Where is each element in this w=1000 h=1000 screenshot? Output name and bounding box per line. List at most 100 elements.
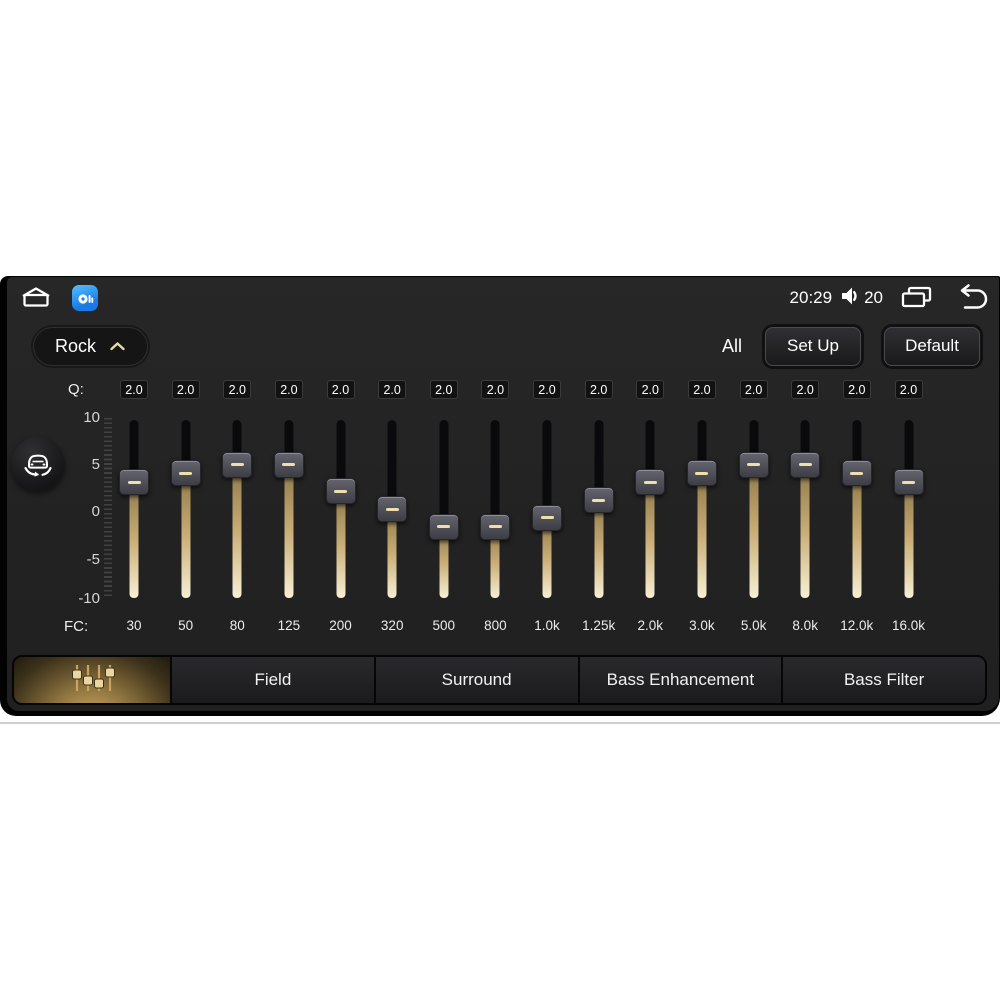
q-value-320[interactable]: 2.0 — [378, 380, 407, 399]
eq-band-200: 2.0 200 — [319, 377, 363, 639]
slider-fill — [852, 473, 862, 598]
slider-handle-200[interactable] — [325, 478, 356, 505]
gain-slider-16.0k[interactable] — [893, 420, 924, 598]
tab-equalizer[interactable] — [14, 657, 170, 703]
q-value-1.25k[interactable]: 2.0 — [584, 380, 613, 399]
slider-fill — [800, 464, 810, 598]
slider-fill — [181, 473, 191, 598]
equalizer-screen: 20:29 20 Rock All Set Up Default Q: FC: … — [7, 277, 999, 711]
q-value-2.0k[interactable]: 2.0 — [636, 380, 665, 399]
q-value-16.0k[interactable]: 2.0 — [894, 380, 923, 399]
slider-handle-125[interactable] — [273, 451, 304, 478]
q-value-125[interactable]: 2.0 — [274, 380, 303, 399]
page-canvas: 20:29 20 Rock All Set Up Default Q: FC: … — [0, 0, 1000, 1000]
freq-label-200: 200 — [329, 618, 352, 633]
q-value-8.0k[interactable]: 2.0 — [791, 380, 820, 399]
gain-slider-8.0k[interactable] — [790, 420, 821, 598]
tab-field[interactable]: Field — [170, 657, 374, 703]
eq-band-8.0k: 2.0 8.0k — [783, 377, 827, 639]
recent-apps-button[interactable] — [899, 284, 935, 313]
slider-handle-12.0k[interactable] — [841, 460, 872, 487]
slider-fill — [284, 464, 294, 598]
all-toggle[interactable]: All — [722, 336, 742, 357]
bottom-tab-bar: Field Surround Bass Enhancement Bass Fil… — [12, 655, 987, 705]
eq-band-320: 2.0 320 — [370, 377, 414, 639]
slider-handle-8.0k[interactable] — [790, 451, 821, 478]
freq-label-12.0k: 12.0k — [840, 618, 874, 633]
home-icon — [17, 284, 55, 313]
preset-dropdown[interactable]: Rock — [33, 326, 148, 366]
eq-band-30: 2.0 30 — [112, 377, 156, 639]
car-sound-field-button[interactable] — [11, 437, 65, 491]
freq-label-8.0k: 8.0k — [792, 618, 818, 633]
tab-bass-enhancement[interactable]: Bass Enhancement — [577, 657, 782, 703]
eq-band-12.0k: 2.0 12.0k — [835, 377, 879, 639]
q-value-5.0k[interactable]: 2.0 — [739, 380, 768, 399]
freq-label-2.0k: 2.0k — [637, 618, 664, 633]
eq-band-50: 2.0 50 — [164, 377, 208, 639]
freq-label-30: 30 — [126, 618, 142, 633]
gain-slider-1.25k[interactable] — [583, 420, 614, 598]
back-arrow-icon — [951, 283, 989, 314]
q-value-3.0k[interactable]: 2.0 — [687, 380, 716, 399]
slider-handle-800[interactable] — [480, 513, 511, 540]
status-bar: 20:29 20 — [17, 282, 989, 314]
gain-axis-label: 5 — [91, 456, 100, 473]
eq-band-16.0k: 2.0 16.0k — [887, 377, 931, 639]
freq-label-1.0k: 1.0k — [534, 618, 560, 633]
gain-slider-2.0k[interactable] — [635, 420, 666, 598]
q-value-1.0k[interactable]: 2.0 — [533, 380, 561, 399]
slider-handle-16.0k[interactable] — [893, 469, 924, 496]
gain-slider-200[interactable] — [325, 420, 356, 598]
gain-slider-12.0k[interactable] — [841, 420, 872, 598]
slider-fill — [594, 500, 604, 598]
set-up-button[interactable]: Set Up — [765, 326, 861, 366]
slider-handle-2.0k[interactable] — [635, 469, 666, 496]
clock: 20:29 — [789, 288, 833, 307]
gain-slider-5.0k[interactable] — [738, 420, 769, 598]
eq-band-5.0k: 2.0 5.0k — [732, 377, 776, 639]
q-value-12.0k[interactable]: 2.0 — [842, 380, 871, 399]
freq-label-500: 500 — [432, 618, 456, 633]
gain-slider-30[interactable] — [119, 420, 149, 598]
music-app-button[interactable] — [72, 285, 98, 311]
slider-handle-30[interactable] — [119, 469, 149, 496]
gain-slider-320[interactable] — [377, 420, 408, 598]
q-value-30[interactable]: 2.0 — [120, 380, 148, 399]
slider-handle-320[interactable] — [377, 496, 408, 522]
freq-label-5.0k: 5.0k — [740, 618, 767, 633]
slider-fill — [129, 482, 139, 598]
tab-bass-filter[interactable]: Bass Filter — [781, 657, 985, 703]
slider-handle-5.0k[interactable] — [738, 451, 769, 478]
tab-surround[interactable]: Surround — [373, 657, 578, 703]
slider-fill — [904, 482, 913, 598]
q-value-800[interactable]: 2.0 — [481, 380, 510, 399]
home-button[interactable] — [17, 284, 55, 313]
status-bar-left — [17, 284, 98, 313]
gain-slider-50[interactable] — [170, 420, 201, 598]
gain-slider-1.0k[interactable] — [532, 420, 562, 598]
slider-handle-1.25k[interactable] — [583, 487, 614, 514]
gain-slider-80[interactable] — [222, 420, 253, 598]
q-value-500[interactable]: 2.0 — [429, 380, 458, 399]
slider-handle-500[interactable] — [428, 513, 459, 540]
slider-handle-50[interactable] — [170, 460, 201, 487]
slider-fill — [387, 509, 397, 598]
freq-label-3.0k: 3.0k — [689, 618, 715, 633]
slider-fill — [336, 491, 345, 598]
q-value-50[interactable]: 2.0 — [171, 380, 200, 399]
default-button[interactable]: Default — [884, 326, 980, 366]
gain-slider-800[interactable] — [480, 420, 511, 598]
gain-slider-125[interactable] — [273, 420, 304, 598]
gain-slider-3.0k[interactable] — [686, 420, 717, 598]
slider-fill — [749, 464, 759, 598]
slider-handle-3.0k[interactable] — [686, 460, 717, 487]
slider-handle-80[interactable] — [222, 451, 253, 478]
eq-header: Rock All Set Up Default — [33, 326, 980, 366]
tab-label: Surround — [441, 670, 512, 689]
q-value-80[interactable]: 2.0 — [223, 380, 252, 399]
back-button[interactable] — [951, 283, 989, 314]
q-value-200[interactable]: 2.0 — [326, 380, 355, 399]
slider-handle-1.0k[interactable] — [532, 504, 562, 531]
gain-slider-500[interactable] — [428, 420, 459, 598]
